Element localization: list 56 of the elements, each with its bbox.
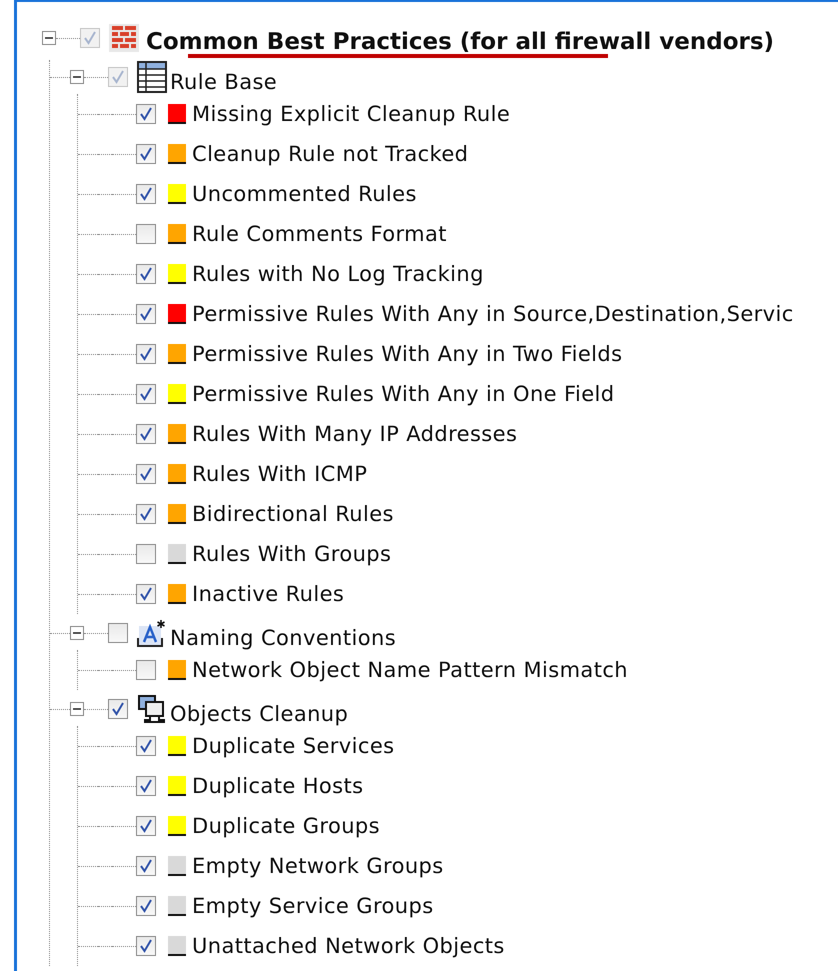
check-label[interactable]: Uncommented Rules	[192, 182, 417, 206]
checkbox[interactable]	[136, 104, 156, 124]
check-label[interactable]: Duplicate Groups	[192, 814, 380, 838]
check-label[interactable]: Unattached Network Objects	[192, 934, 505, 958]
collapse-toggle[interactable]	[42, 31, 56, 45]
check-label[interactable]: Empty Network Groups	[192, 854, 444, 878]
checkbox[interactable]	[136, 544, 156, 564]
check-label[interactable]: Rules With ICMP	[192, 462, 368, 486]
checkbox[interactable]	[108, 623, 128, 643]
check-label[interactable]: Bidirectional Rules	[192, 502, 394, 526]
checkbox[interactable]	[108, 699, 128, 719]
checkbox[interactable]	[136, 736, 156, 756]
checkbox[interactable]	[136, 384, 156, 404]
checkbox[interactable]	[136, 224, 156, 244]
checkbox[interactable]	[136, 304, 156, 324]
table-icon	[137, 61, 167, 93]
checkbox[interactable]	[80, 28, 100, 48]
check-label[interactable]: Cleanup Rule not Tracked	[192, 142, 468, 166]
checkbox[interactable]	[136, 856, 156, 876]
checkbox[interactable]	[136, 264, 156, 284]
check-label[interactable]: Rules With Many IP Addresses	[192, 422, 518, 446]
check-label[interactable]: Empty Service Groups	[192, 894, 434, 918]
checkbox[interactable]	[136, 936, 156, 956]
checkbox[interactable]	[136, 584, 156, 604]
category-label[interactable]: Naming Conventions	[170, 626, 396, 650]
check-label[interactable]: Missing Explicit Cleanup Rule	[192, 102, 510, 126]
checkbox[interactable]	[136, 660, 156, 680]
collapse-toggle[interactable]	[70, 626, 84, 640]
checkbox[interactable]	[108, 67, 128, 87]
check-label[interactable]: Inactive Rules	[192, 582, 344, 606]
check-label[interactable]: Permissive Rules With Any in One Field	[192, 382, 615, 406]
check-label[interactable]: Permissive Rules With Any in Two Fields	[192, 342, 622, 366]
checkbox[interactable]	[136, 816, 156, 836]
collapse-toggle[interactable]	[70, 702, 84, 716]
check-label[interactable]: Rule Comments Format	[192, 222, 447, 246]
check-label[interactable]: Permissive Rules With Any in Source,Destination,Servic	[192, 302, 794, 326]
category-label[interactable]: Rule Base	[170, 70, 278, 94]
category-label[interactable]: Objects Cleanup	[170, 702, 348, 726]
checkbox[interactable]	[136, 504, 156, 524]
checkbox[interactable]	[136, 144, 156, 164]
check-label[interactable]: Rules with No Log Tracking	[192, 262, 484, 286]
checkbox[interactable]	[136, 184, 156, 204]
category-title[interactable]: Common Best Practices (for all firewall vendors)	[146, 29, 774, 55]
checkbox[interactable]	[136, 776, 156, 796]
check-label[interactable]: Rules With Groups	[192, 542, 392, 566]
check-label[interactable]: Duplicate Services	[192, 734, 394, 758]
checkbox[interactable]	[136, 424, 156, 444]
check-label[interactable]: Duplicate Hosts	[192, 774, 364, 798]
check-label[interactable]: Network Object Name Pattern Mismatch	[192, 658, 628, 682]
letter-a-icon	[137, 618, 167, 648]
checkbox[interactable]	[136, 344, 156, 364]
checkbox[interactable]	[136, 896, 156, 916]
collapse-toggle[interactable]	[70, 70, 84, 84]
checkbox[interactable]	[136, 464, 156, 484]
computers-icon	[137, 694, 167, 724]
brick-wall-icon	[109, 24, 139, 52]
